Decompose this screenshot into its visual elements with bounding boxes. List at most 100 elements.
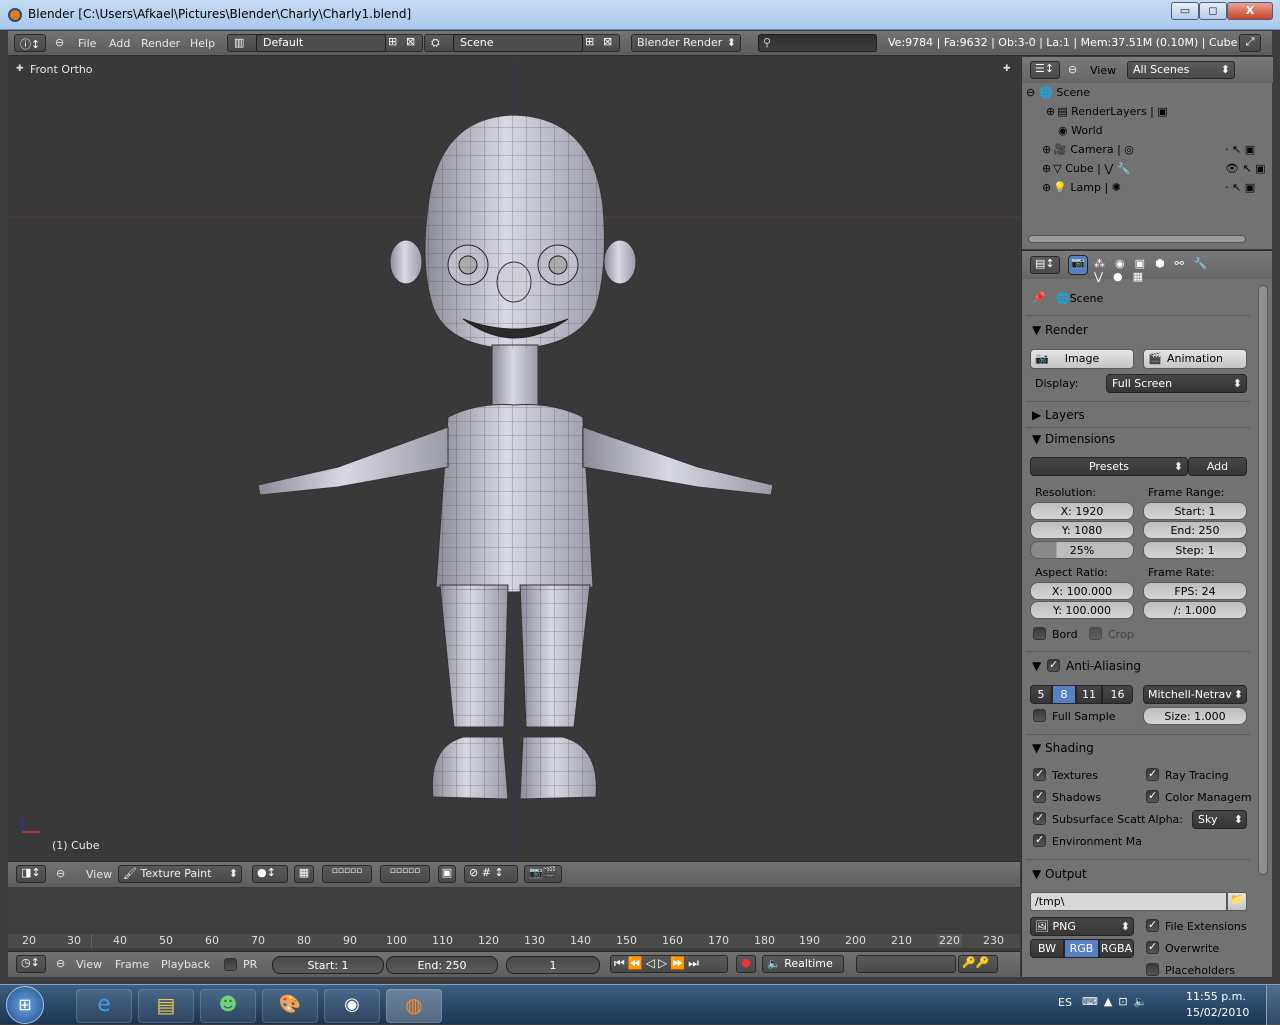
record-icon[interactable]: ●: [736, 955, 756, 973]
cube-visibility-icons[interactable]: 👁 ↖ ▣: [1225, 159, 1266, 178]
outliner-display-dropdown[interactable]: All Scenes ⬍: [1127, 61, 1235, 79]
toolshelf-toggle-icon[interactable]: ✚: [1003, 64, 1011, 74]
aa-samples-5[interactable]: 5: [1030, 685, 1052, 704]
playback-controls[interactable]: ⏮⏪◁▷⏩⏭: [610, 955, 728, 973]
menu-view[interactable]: View: [1090, 64, 1116, 77]
resolution-x-field[interactable]: X: 1920: [1030, 502, 1134, 520]
texture-icon[interactable]: ▦: [294, 865, 314, 883]
file-explorer-icon[interactable]: ▤: [138, 989, 194, 1023]
aa-filter-dropdown[interactable]: Mitchell-Netrav ⬍: [1143, 685, 1247, 704]
outliner-item-camera[interactable]: ⊕ 🎥 Camera | ◎ · ↖ ▣: [1042, 140, 1271, 159]
outliner-item-cube[interactable]: ⊕ ▽ Cube | ⋁ 🔧 👁 ↖ ▣: [1042, 159, 1271, 178]
color-mode-rgba[interactable]: RGBA: [1099, 939, 1134, 958]
search-input[interactable]: ⚲: [758, 34, 877, 52]
editor-type-properties-icon[interactable]: ▤↕: [1030, 256, 1060, 274]
outliner-item-scene[interactable]: ⊖ 🌐 Scene: [1026, 83, 1271, 102]
raytracing-checkbox[interactable]: [1146, 767, 1159, 781]
current-frame-field[interactable]: 1: [506, 956, 600, 974]
add-preset-button[interactable]: Add: [1188, 457, 1247, 476]
language-indicator[interactable]: ES: [1058, 996, 1072, 1009]
preview-range-checkbox[interactable]: [224, 958, 237, 971]
screen-name[interactable]: Default: [256, 34, 386, 52]
color-mode-bw[interactable]: BW: [1030, 939, 1064, 958]
file-extensions-checkbox[interactable]: [1146, 918, 1159, 932]
fps-base-field[interactable]: /: 1.000: [1143, 601, 1247, 619]
panel-shading-header[interactable]: ▼ Shading: [1032, 741, 1094, 755]
aa-size-field[interactable]: Size: 1.000: [1143, 707, 1247, 725]
presets-dropdown[interactable]: Presets ⬍: [1030, 457, 1188, 476]
alpha-dropdown[interactable]: Sky ⬍: [1192, 810, 1247, 829]
border-checkbox[interactable]: [1033, 627, 1046, 640]
paint-icon[interactable]: 🎨: [262, 989, 318, 1023]
snap-icon[interactable]: ⊘ # ↕: [464, 865, 518, 883]
start-frame-field[interactable]: Start: 1: [272, 956, 384, 974]
resolution-y-field[interactable]: Y: 1080: [1030, 521, 1134, 539]
panel-layers-header[interactable]: ▶ Layers: [1032, 408, 1085, 422]
editor-type-outliner-icon[interactable]: ☰↕: [1030, 61, 1060, 79]
fullscreen-icon[interactable]: ⤢: [1239, 34, 1261, 52]
lock-layers-icon[interactable]: ▣: [438, 865, 456, 883]
display-dropdown[interactable]: Full Screen ⬍: [1106, 374, 1247, 393]
environment-map-checkbox[interactable]: [1033, 833, 1046, 847]
clock-time[interactable]: 11:55 p.m.: [1186, 990, 1246, 1003]
fps-field[interactable]: FPS: 24: [1143, 582, 1247, 600]
add-scene-icon[interactable]: ⊞: [585, 35, 594, 48]
mode-dropdown[interactable]: 🖌 Texture Paint ⬍: [118, 865, 242, 883]
panel-output-header[interactable]: ▼ Output: [1032, 867, 1087, 881]
color-management-checkbox[interactable]: [1146, 789, 1159, 803]
outliner-scrollbar[interactable]: [1028, 235, 1246, 243]
collapse-icon[interactable]: ⊖: [55, 36, 64, 49]
blender-taskbar-icon[interactable]: ◍: [386, 989, 442, 1023]
remove-screen-icon[interactable]: ⊠: [406, 35, 415, 48]
3d-viewport[interactable]: ✚ Front Ortho ✚ (1) Cube: [8, 57, 1020, 861]
menu-file[interactable]: File: [78, 37, 96, 50]
menu-frame[interactable]: Frame: [115, 958, 149, 971]
frame-start-field[interactable]: Start: 1: [1143, 502, 1247, 520]
frame-end-field[interactable]: End: 250: [1143, 521, 1247, 539]
messenger-icon[interactable]: ☻: [200, 989, 256, 1023]
show-desktop-button[interactable]: [1266, 985, 1280, 1025]
media-app-icon[interactable]: ◉: [324, 989, 380, 1023]
full-sample-checkbox[interactable]: [1033, 709, 1046, 722]
aspect-y-field[interactable]: Y: 100.000: [1030, 601, 1134, 619]
editor-type-timeline-icon[interactable]: ◷↕: [16, 955, 46, 973]
outliner-item-lamp[interactable]: ⊕ 💡 Lamp | ✺ · ↖ ▣: [1042, 178, 1271, 197]
frame-step-field[interactable]: Step: 1: [1143, 541, 1247, 559]
aa-samples-16[interactable]: 16: [1102, 685, 1133, 704]
collapse-icon[interactable]: ⊖: [1068, 63, 1077, 76]
keyframe-insert-icons[interactable]: 🔑🔑: [958, 955, 998, 973]
panel-aa-header[interactable]: ▼: [1032, 659, 1041, 673]
aa-samples-11[interactable]: 11: [1076, 685, 1102, 704]
start-button[interactable]: ⊞: [6, 986, 44, 1024]
scene-selector[interactable]: ⛭ Scene ⊞ ⊠: [424, 34, 620, 52]
crop-checkbox[interactable]: [1089, 627, 1102, 640]
file-format-dropdown[interactable]: 🖼 PNG ⬍: [1030, 917, 1134, 936]
scene-name[interactable]: Scene: [453, 34, 583, 52]
sss-checkbox[interactable]: [1033, 811, 1046, 825]
screen-layout-selector[interactable]: ▥ Default ⊞ ⊠: [227, 34, 423, 52]
output-path-input[interactable]: /tmp\: [1030, 892, 1227, 911]
render-tab-icon[interactable]: 📷: [1068, 255, 1088, 275]
aa-samples-8[interactable]: 8: [1052, 685, 1076, 704]
render-animation-button[interactable]: 🎬 Animation: [1143, 349, 1247, 369]
resolution-percentage-slider[interactable]: 25%: [1030, 541, 1134, 559]
editor-type-info-icon[interactable]: ⓘ↕: [14, 34, 46, 52]
menu-playback[interactable]: Playback: [161, 958, 210, 971]
menu-add[interactable]: Add: [109, 37, 130, 50]
keying-set-field[interactable]: [856, 955, 956, 973]
end-frame-field[interactable]: End: 250: [386, 956, 498, 974]
shadows-checkbox[interactable]: [1033, 789, 1046, 803]
properties-scrollbar[interactable]: [1258, 285, 1268, 875]
layer-buttons-b[interactable]: ▫▫▫▫▫: [380, 865, 430, 883]
internet-explorer-icon[interactable]: e: [76, 989, 132, 1023]
menu-view[interactable]: View: [86, 868, 112, 881]
properties-toggle-icon[interactable]: ✚: [16, 64, 24, 74]
outliner-item-renderlayers[interactable]: ⊕ ▤ RenderLayers | ▣: [1046, 102, 1271, 121]
menu-help[interactable]: Help: [190, 37, 215, 50]
placeholders-checkbox[interactable]: [1146, 963, 1159, 976]
maximize-button[interactable]: ◻: [1199, 2, 1227, 20]
editor-type-3dview-icon[interactable]: ◨↕: [16, 865, 46, 883]
sync-mode-dropdown[interactable]: 🔈 Realtime: [762, 955, 844, 973]
close-button[interactable]: X: [1227, 2, 1273, 20]
outliner-item-world[interactable]: ◉ World: [1058, 121, 1271, 140]
